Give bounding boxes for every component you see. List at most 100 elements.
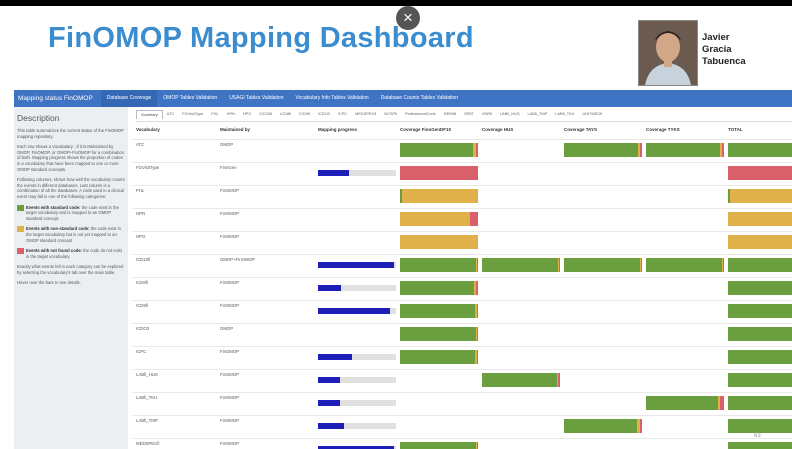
tab-usagi-tables-validation[interactable]: USAGI Tables Validation [223,90,289,107]
subtab-spat[interactable]: SPAT [460,110,478,118]
vocabulary-cell: ICD8fi [136,280,148,285]
col-header-vocabulary[interactable]: Vocabulary [136,127,160,137]
subtab-unitmedfi[interactable]: UNITMEDfi [578,110,606,118]
vocabulary-cell: FHL [136,188,145,193]
coverage-bar[interactable] [400,166,478,180]
col-header-coverage-tays[interactable]: Coverage TAYS [564,127,597,137]
coverage-bar[interactable] [728,235,792,249]
description-sidebar: Description This table summarizes the cu… [14,107,128,449]
coverage-segment-notfound [477,350,478,364]
coverage-bar[interactable] [400,350,478,364]
mapping-progress-bar[interactable] [318,400,396,406]
mapping-progress-bar[interactable] [318,262,396,268]
subtab-atc[interactable]: ATC [163,110,179,118]
subtab-labfi-hus[interactable]: LABfi_HUS [496,110,524,118]
navbar-brand[interactable]: Mapping status FinOMOP [14,95,101,102]
col-header-total[interactable]: TOTAL [728,127,743,137]
legend-swatch [17,248,24,255]
coverage-bar[interactable] [728,304,792,318]
coverage-bar[interactable] [728,373,792,387]
coverage-bar[interactable] [646,396,724,410]
mapping-progress-fill [318,354,353,360]
description-text: Hover over the bars to see details. [17,280,81,286]
vocabulary-cell: LABfi_TKU [136,395,158,400]
subtab-labfi-tmp[interactable]: LABfi_TMP [524,110,552,118]
subtab-icpc[interactable]: ICPC [334,110,351,118]
coverage-bar[interactable] [646,143,724,157]
subtab-ncspfi[interactable]: NCSPfi [380,110,401,118]
coverage-bar[interactable] [728,166,792,180]
coverage-segment-nonstandard [402,189,478,203]
coverage-bar[interactable] [400,189,478,203]
coverage-bar[interactable] [400,258,478,272]
coverage-bar[interactable] [728,189,792,203]
coverage-segment-notfound [477,258,478,272]
coverage-bar[interactable] [728,350,792,364]
coverage-bar[interactable] [564,258,642,272]
coverage-segment-notfound [476,281,478,295]
coverage-segment-standard [400,143,474,157]
coverage-segment-standard [728,419,792,433]
coverage-bar[interactable] [728,258,792,272]
maintained-by-cell: FinOMOP [220,234,240,239]
coverage-bar[interactable] [400,143,478,157]
coverage-bar[interactable] [400,235,478,249]
mapping-progress-bar[interactable] [318,285,396,291]
maintained-by-cell: FinOMOP [220,280,240,285]
tab-vocabulary-info-tables-validation[interactable]: Vocabulary Info Tables Validation [289,90,374,107]
col-header-coverage-hus[interactable]: Coverage HUS [482,127,513,137]
subtab-hpn[interactable]: HPN [223,110,239,118]
subtab-summary[interactable]: Summary [136,110,163,119]
subtab-vnrfi[interactable]: VNRfi [478,110,496,118]
mapping-progress-bar[interactable] [318,308,396,314]
coverage-bar[interactable] [400,281,478,295]
coverage-bar[interactable] [400,212,478,226]
table-row: MEDSPECfi FinOMOP [132,438,792,449]
subtab-reimb[interactable]: REIMB [440,110,460,118]
mapping-progress-bar[interactable] [318,423,396,429]
subtab-icd8fi[interactable]: ICD8fi [276,110,295,118]
subtab-fhl[interactable]: FHL [207,110,222,118]
coverage-bar[interactable] [728,281,792,295]
subtab-icd10fi[interactable]: ICD10fi [255,110,276,118]
coverage-bar[interactable] [400,442,478,449]
subtab-hpo[interactable]: HPO [239,110,255,118]
subtab-medspecfi[interactable]: MEDSPECfi [351,110,380,118]
coverage-bar[interactable] [564,419,642,433]
description-text: Each row shows a Vocabulary . If it is M… [17,144,124,172]
coverage-bar[interactable] [400,304,478,318]
tab-database-counts-tables-validation[interactable]: Database Counts Tables Validation [375,90,464,107]
subtab-fgvisittype[interactable]: FGVisitType [178,110,207,118]
subtab-icd9fi[interactable]: ICD9fi [295,110,314,118]
coverage-bar[interactable] [728,396,792,410]
coverage-bar[interactable] [564,143,642,157]
tab-database-coverage[interactable]: Database Coverage [100,90,158,107]
coverage-bar[interactable] [400,327,478,341]
coverage-bar[interactable] [728,143,792,157]
col-header-mapping-progress[interactable]: Mapping progress [318,127,357,137]
coverage-segment-standard [728,442,792,449]
col-header-maintained-by[interactable]: Maintained by [220,127,250,137]
coverage-bar[interactable] [646,258,724,272]
tab-omop-tables-validation[interactable]: OMOP Tables Validation [157,90,223,107]
coverage-bar[interactable] [728,327,792,341]
mapping-progress-bar[interactable] [318,170,396,176]
legend-notfound: Events with not found code: the code do … [17,248,125,259]
coverage-segment-standard [646,396,718,410]
coverage-bar[interactable] [728,212,792,226]
coverage-segment-standard [400,258,476,272]
col-header-coverage-finngen[interactable]: Coverage FinnGenDF10 [400,127,451,137]
coverage-bar[interactable] [482,373,560,387]
mapping-progress-bar[interactable] [318,354,396,360]
col-header-coverage-tyks[interactable]: Coverage TYKS [646,127,680,137]
mapping-progress-bar[interactable] [318,377,396,383]
vocabulary-cell: ICD10fi [136,257,151,262]
subtab-labfi-tku[interactable]: LABfi_TKU [551,110,578,118]
close-icon[interactable]: × [396,6,420,30]
coverage-bar[interactable] [728,442,792,449]
subtab-icdo3[interactable]: ICDO3 [314,110,334,118]
coverage-bar[interactable] [728,419,792,433]
subtab-professionalcode[interactable]: ProfessionalCode [401,110,440,118]
description-text: This table summarizes the current status… [17,128,124,139]
coverage-bar[interactable] [482,258,560,272]
